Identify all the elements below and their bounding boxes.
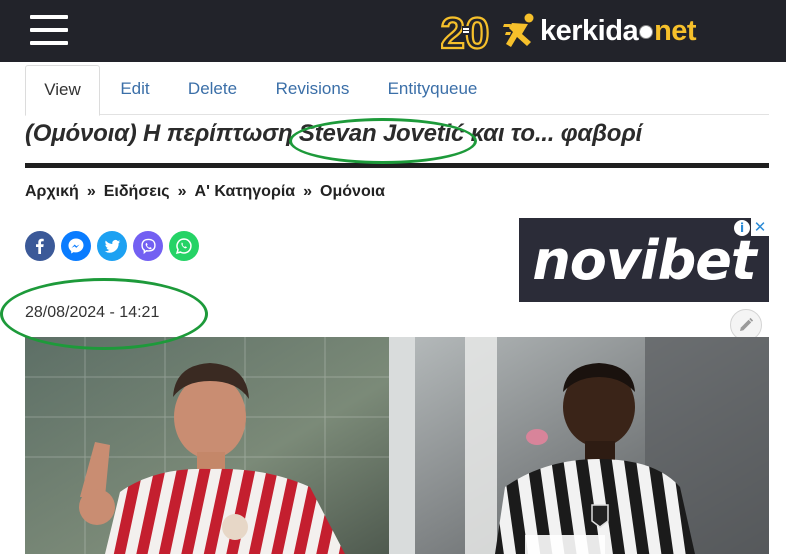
ad-close-icon[interactable]: ✕ xyxy=(751,218,769,236)
anniversary-badge-icon: 20 xyxy=(441,8,489,54)
logo-text-main: kerkida xyxy=(540,14,639,47)
tab-delete[interactable]: Delete xyxy=(185,65,240,113)
facebook-icon[interactable] xyxy=(25,231,55,261)
breadcrumb: Αρχική » Ειδήσεις » Α' Κατηγορία » Ομόνοια xyxy=(25,183,385,201)
twitter-icon[interactable] xyxy=(97,231,127,261)
title-highlight: Stevan Jovetić xyxy=(298,120,465,147)
messenger-icon[interactable] xyxy=(61,231,91,261)
soccer-ball-icon xyxy=(639,24,654,39)
runner-logo-icon xyxy=(503,13,534,47)
title-prefix: (Ομόνοια) Η περίπτωση xyxy=(25,120,299,147)
title-suffix: και το... φαβορί xyxy=(464,120,643,147)
tab-view[interactable]: View xyxy=(25,65,100,116)
breadcrumb-separator: » xyxy=(177,183,187,200)
breadcrumb-home[interactable]: Αρχική xyxy=(25,183,79,200)
ad-brand-text: novibet xyxy=(532,229,756,292)
novibet-advertisement[interactable]: novibet i ✕ xyxy=(519,218,769,302)
article-date: 28/08/2024 - 14:21 xyxy=(25,304,160,321)
title-divider xyxy=(25,163,769,168)
tab-edit[interactable]: Edit xyxy=(113,65,157,113)
share-buttons xyxy=(25,231,199,261)
breadcrumb-separator: » xyxy=(303,183,313,200)
logo-text-suffix: net xyxy=(654,14,697,47)
admin-tabs: View Edit Delete Revisions Entityqueue xyxy=(25,65,769,116)
article-photo xyxy=(25,337,769,554)
site-logo[interactable]: kerkida net xyxy=(502,11,697,51)
breadcrumb-news[interactable]: Ειδήσεις xyxy=(104,183,170,200)
breadcrumb-category[interactable]: Α' Κατηγορία xyxy=(195,183,296,200)
site-header: 20 kerkida net xyxy=(0,0,786,62)
viber-icon[interactable] xyxy=(133,231,163,261)
article-title: (Ομόνοια) Η περίπτωση Stevan Jovetić και… xyxy=(25,120,769,148)
breadcrumb-separator: » xyxy=(86,183,96,200)
breadcrumb-team[interactable]: Ομόνοια xyxy=(320,183,385,200)
hamburger-menu-icon[interactable] xyxy=(30,14,68,46)
tab-entityqueue[interactable]: Entityqueue xyxy=(387,65,478,113)
tab-revisions[interactable]: Revisions xyxy=(275,65,350,113)
ad-info-icon[interactable]: i xyxy=(734,220,750,236)
whatsapp-icon[interactable] xyxy=(169,231,199,261)
